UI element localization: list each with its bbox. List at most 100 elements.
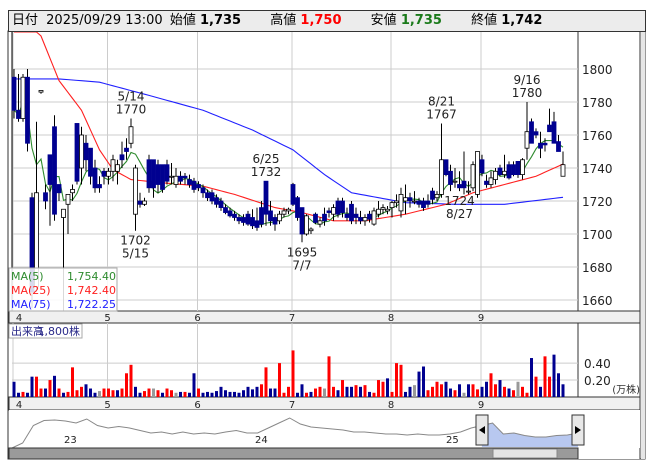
high-value: 1,750	[300, 13, 342, 28]
candle-down	[137, 200, 143, 205]
ma5-label: MA(5)	[11, 270, 44, 283]
volume-bar	[201, 392, 205, 397]
volume-bar	[282, 392, 286, 397]
volume-bar	[444, 381, 448, 397]
candle-down	[101, 170, 107, 177]
price-tick-label: 1660	[582, 294, 613, 308]
volume-bar	[413, 385, 416, 397]
close-value: 1,742	[501, 13, 543, 28]
candle-down	[92, 167, 98, 189]
low-annotation-price: 1702	[120, 234, 151, 248]
chart-canvas[interactable]: 1660 1680 1700 1720 1740 1760 1780 1800 0.20 0.40…	[0, 0, 653, 470]
volume-bar	[327, 356, 331, 397]
volume-bar	[372, 392, 376, 397]
volume-bar	[516, 381, 520, 397]
price-tick-label: 1720	[582, 195, 613, 209]
volume-bar	[548, 376, 551, 397]
price-tick-label: 1680	[582, 261, 613, 275]
volume-bar	[386, 378, 389, 397]
month-label: 4	[16, 313, 22, 324]
volume-bar	[552, 354, 556, 397]
candle-down	[178, 175, 183, 182]
volume-bar	[80, 386, 83, 397]
volume-bar	[17, 392, 20, 397]
month-label: 9	[478, 400, 484, 411]
price-tick-label: 1700	[582, 228, 613, 242]
candle-down	[290, 184, 296, 205]
volume-bar	[296, 392, 299, 397]
high-annotation-date: 6/25	[253, 152, 280, 166]
low-annotation-date: 8/27	[446, 207, 473, 221]
high-annotation-date: 9/16	[514, 73, 541, 87]
volume-bar	[539, 386, 542, 397]
volume-bar	[89, 388, 92, 397]
candle-down	[263, 180, 269, 215]
volume-bar	[12, 381, 16, 397]
candle-up	[380, 207, 386, 210]
volume-bar	[215, 391, 218, 397]
candle-down	[457, 184, 462, 189]
datetime: 2025/09/29 13:00	[46, 13, 163, 28]
volume-bar	[435, 381, 439, 397]
candle-down	[515, 160, 521, 175]
candle-down	[160, 164, 165, 190]
volume-bar	[350, 386, 353, 397]
volume-bar	[161, 392, 164, 397]
volume-bar	[417, 371, 421, 397]
candle-down	[448, 170, 453, 185]
low-annotation-price: 1724	[444, 194, 475, 208]
volume-bar	[35, 376, 38, 397]
volume-bar	[165, 388, 169, 397]
candle-up	[331, 207, 336, 215]
candle-down	[461, 180, 467, 189]
candle-up	[376, 208, 381, 215]
volume-bar	[111, 390, 115, 397]
volume-bar	[453, 390, 457, 397]
candle-down	[506, 164, 512, 179]
volume-bar	[458, 384, 461, 397]
date-label: 日付	[12, 13, 39, 28]
volume-bar	[116, 390, 119, 397]
high-annotation-date: 5/14	[118, 90, 145, 104]
volume-bar	[134, 386, 137, 397]
candle-up	[106, 170, 111, 177]
candle-up	[65, 193, 71, 205]
volume-bar	[341, 380, 344, 397]
candle-down	[223, 207, 228, 213]
month-label: 7	[289, 400, 295, 411]
candle-up	[524, 131, 530, 149]
volume-bar	[206, 391, 209, 397]
candle-down	[205, 192, 210, 199]
high-annotation-price: 1767	[426, 107, 457, 121]
volume-bar	[188, 392, 191, 397]
navigator-year-label: 23	[64, 435, 77, 446]
candle-down	[191, 180, 197, 190]
candle-down	[538, 142, 543, 149]
candle-up	[385, 208, 390, 212]
scrollbar-thumb[interactable]	[492, 448, 558, 459]
candle-up	[317, 220, 323, 225]
volume-bar	[363, 385, 367, 397]
candle-down	[97, 184, 102, 189]
volume-bar	[242, 390, 245, 397]
price-tick-label: 1740	[582, 162, 613, 176]
volume-bar	[98, 391, 101, 397]
volume-bar	[408, 386, 412, 397]
candle-down	[484, 180, 489, 185]
candle-down	[299, 207, 305, 235]
candle-down	[88, 147, 93, 177]
volume-bar	[57, 388, 61, 397]
volume-bar	[476, 389, 479, 397]
candle-up	[110, 159, 116, 172]
month-label: 6	[194, 400, 200, 411]
month-label: 8	[388, 400, 394, 411]
candle-down	[551, 121, 557, 144]
candle-down	[259, 207, 264, 225]
high-annotation-price: 1770	[116, 103, 147, 117]
volume-bar	[71, 367, 74, 397]
candle-down	[547, 124, 552, 133]
candle-down	[187, 179, 192, 185]
volume-bar	[530, 358, 533, 397]
candle-up	[281, 210, 287, 215]
volume-bar	[422, 366, 425, 397]
